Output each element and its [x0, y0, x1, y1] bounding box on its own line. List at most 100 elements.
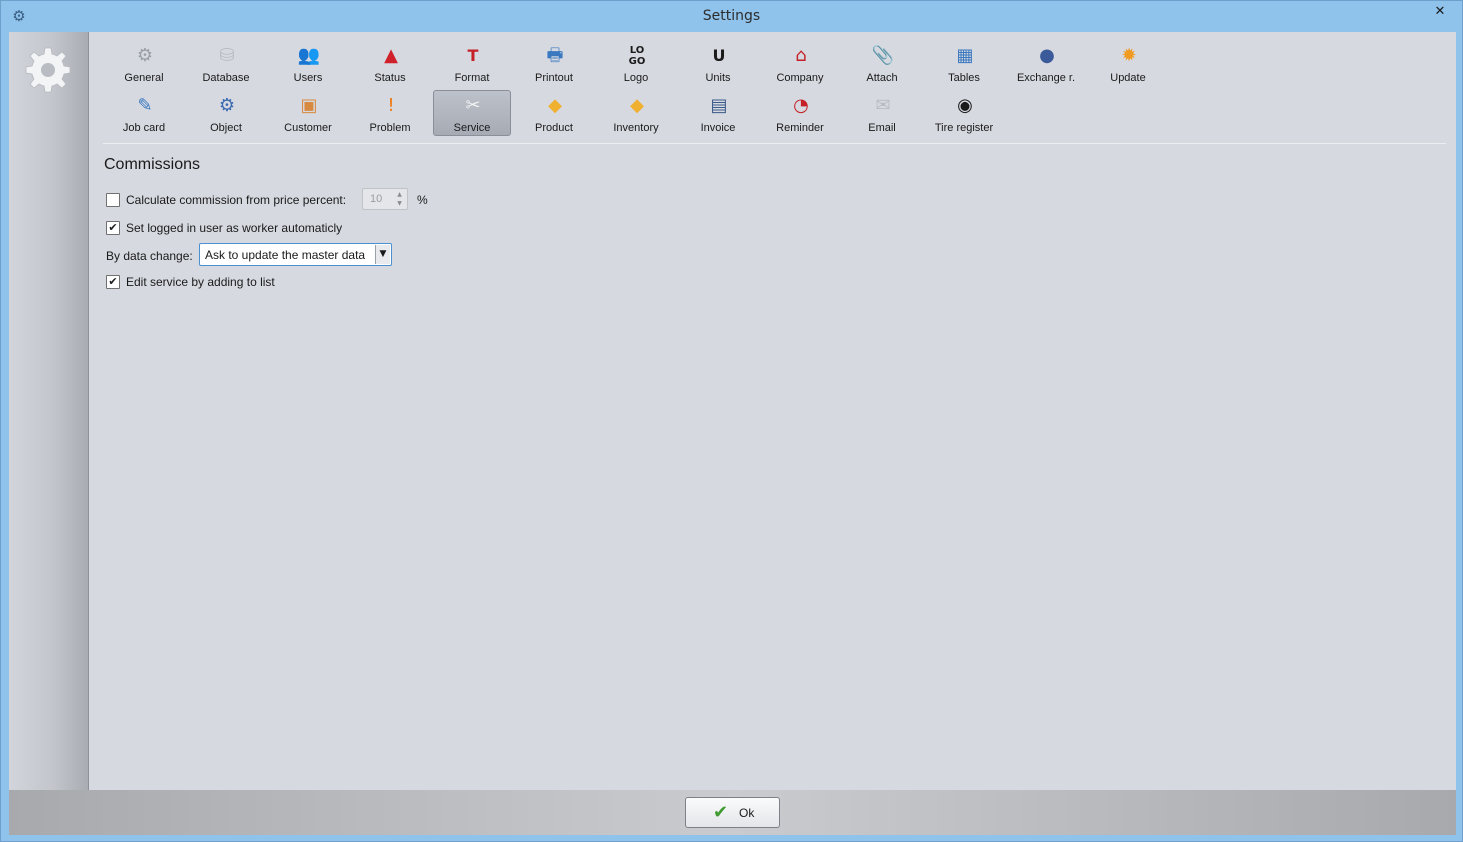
toolbar-item-database[interactable]: ⛁ Database [187, 40, 265, 86]
left-panel [9, 32, 89, 790]
toolbar-item-logo[interactable]: LO GO Logo [597, 40, 675, 86]
toolbar-divider [103, 143, 1446, 144]
printer-icon: 🖶 [546, 45, 564, 66]
toolbar-item-users[interactable]: 👥 Users [269, 40, 347, 86]
data-change-selected: Ask to update the master data [205, 248, 366, 262]
toolbar-item-label: Printout [535, 72, 573, 84]
toolbar-item-format[interactable]: T Format [433, 40, 511, 86]
set-logged-in-row: ✔ Set logged in user as worker automatic… [106, 219, 406, 237]
format-icon: T [467, 46, 479, 65]
toolbar-item-label: Invoice [700, 122, 736, 134]
toolbar-item-company[interactable]: ⌂ Company [761, 40, 839, 86]
calc-commission-label: Calculate commission from price percent: [126, 193, 347, 207]
house-icon: ⌂ [795, 45, 807, 66]
toolbar-item-label: Format [454, 72, 490, 84]
toolbar-item-label: General [124, 72, 164, 84]
calc-commission-checkbox[interactable] [106, 193, 120, 207]
wrench-screwdriver-icon: ✂ [465, 95, 481, 116]
toolbar-item-printout[interactable]: 🖶 Printout [515, 40, 593, 86]
toolbar-item-general[interactable]: ⚙ General [105, 40, 183, 86]
commission-percent-value: 10 [370, 193, 383, 205]
envelope-icon: ✉ [875, 95, 891, 116]
toolbar-item-reminder[interactable]: ◔ Reminder [761, 90, 839, 136]
title-bar: ⚙ Settings ✕ [1, 1, 1462, 32]
toolbar-item-tire-register[interactable]: ◉ Tire register [925, 90, 1003, 136]
ok-label: Ok [739, 806, 755, 820]
spin-up-icon[interactable]: ▲ [393, 190, 406, 199]
toolbar-item-label: Status [374, 72, 406, 84]
toolbar-item-service[interactable]: ✂ Service [433, 90, 511, 136]
spin-down-icon[interactable]: ▼ [393, 199, 406, 208]
settings-window: ⚙ Settings ✕ ⚙ General ⛁ Database 👥 Users ▲ Sta… [0, 0, 1463, 842]
toolbar-item-job-card[interactable]: ✎ Job card [105, 90, 183, 136]
toolbar-item-label: Update [1110, 72, 1146, 84]
toolbar-item-invoice[interactable]: ▤ Invoice [679, 90, 757, 136]
toolbar-item-label: Product [535, 122, 573, 134]
checkmark-icon: ✔ [713, 802, 729, 823]
toolbar-item-product[interactable]: ◆ Product [515, 90, 593, 136]
toolbar-item-label: Company [776, 72, 824, 84]
toolbar-item-attach[interactable]: 📎 Attach [843, 40, 921, 86]
invoice-icon: ▤ [710, 95, 728, 116]
dropdown-arrow-icon[interactable]: ▼ [375, 245, 390, 264]
toolbar-item-label: Logo [623, 72, 649, 84]
problem-icon: ! [387, 95, 395, 116]
toolbar-item-tables[interactable]: ▦ Tables [925, 40, 1003, 86]
table-icon: ▦ [956, 45, 974, 66]
toolbar-item-label: Object [210, 122, 242, 134]
update-icon: ✹ [1121, 45, 1137, 66]
toolbar-item-label: Tire register [934, 122, 994, 134]
edit-service-checkbox[interactable]: ✔ [106, 275, 120, 289]
toolbar-item-label: Job card [122, 122, 166, 134]
job-card-icon: ✎ [137, 95, 153, 116]
reminder-clock-icon: ◔ [793, 95, 809, 116]
database-icon: ⛁ [219, 45, 235, 66]
users-icon: 👥 [297, 45, 321, 66]
logo-icon: LO GO [628, 45, 646, 67]
data-change-select[interactable]: Ask to update the master data ▼ [199, 243, 392, 266]
settings-gear-icon [25, 47, 71, 93]
toolbar-item-label: Tables [948, 72, 980, 84]
toolbar-item-label: Inventory [613, 122, 659, 134]
toolbar-item-label: Exchange r. [1016, 72, 1076, 84]
client-area: ⚙ General ⛁ Database 👥 Users ▲ Status T Format 🖶 Pr… [9, 32, 1456, 835]
toolbar-item-label: Reminder [776, 122, 824, 134]
data-change-row: By data change: Ask to update the master… [106, 243, 406, 266]
edit-service-row: ✔ Edit service by adding to list [106, 273, 406, 291]
toolbar-item-inventory[interactable]: ◆ Inventory [597, 90, 675, 136]
toolbar-item-label: Customer [284, 122, 332, 134]
toolbar-item-status[interactable]: ▲ Status [351, 40, 429, 86]
settings-toolbar: ⚙ General ⛁ Database 👥 Users ▲ Status T Format 🖶 Pr… [103, 40, 1448, 144]
set-logged-in-label: Set logged in user as worker automaticly [126, 221, 343, 235]
toolbar-item-object[interactable]: ⚙ Object [187, 90, 265, 136]
ok-button[interactable]: ✔ Ok [685, 797, 780, 828]
toolbar-item-exchange-r[interactable]: ● Exchange r. [1007, 40, 1085, 86]
toolbar-item-label: Problem [369, 122, 411, 134]
calc-commission-row: Calculate commission from price percent:… [106, 188, 446, 210]
toolbar-item-label: Units [705, 72, 731, 84]
toolbar-item-units[interactable]: U Units [679, 40, 757, 86]
toolbar-item-label: Email [868, 122, 896, 134]
toolbar-item-email[interactable]: ✉ Email [843, 90, 921, 136]
commission-percent-spinner[interactable]: 10 ▲ ▼ [362, 188, 408, 210]
toolbar-item-label: Database [202, 72, 250, 84]
paperclip-icon: 📎 [871, 45, 895, 66]
window-title: Settings [702, 8, 761, 24]
set-logged-in-checkbox[interactable]: ✔ [106, 221, 120, 235]
currency-exchange-icon: ● [1039, 45, 1055, 66]
toolbar-item-label: Users [293, 72, 323, 84]
gear-icon: ⚙ [136, 45, 154, 66]
toolbar-item-update[interactable]: ✹ Update [1089, 40, 1167, 86]
object-gear-icon: ⚙ [218, 95, 236, 116]
units-icon: U [712, 46, 726, 65]
edit-service-label: Edit service by adding to list [126, 275, 275, 289]
product-box-icon: ◆ [548, 95, 562, 116]
percent-unit: % [417, 193, 428, 207]
close-button[interactable]: ✕ [1426, 2, 1454, 22]
toolbar-item-label: Attach [866, 72, 898, 84]
customer-icon: ▣ [300, 95, 318, 116]
inventory-boxes-icon: ◆ [630, 95, 644, 116]
toolbar-item-problem[interactable]: ! Problem [351, 90, 429, 136]
tire-icon: ◉ [957, 95, 973, 116]
toolbar-item-customer[interactable]: ▣ Customer [269, 90, 347, 136]
